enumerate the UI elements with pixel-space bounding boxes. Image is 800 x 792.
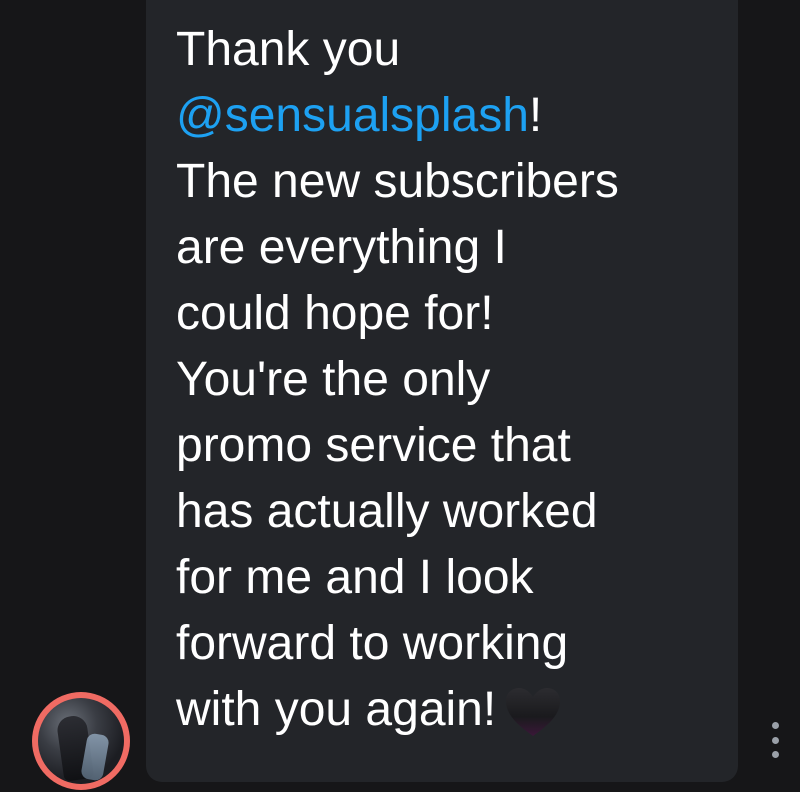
more-options-icon[interactable] <box>766 722 784 758</box>
message-line-mention: @sensualsplash! <box>176 83 710 149</box>
message-line: for me and I look <box>176 551 534 604</box>
black-heart-icon <box>506 688 561 737</box>
mention-suffix: ! <box>528 89 543 142</box>
message-line: The new subscribers <box>176 155 619 208</box>
message-line: promo service that <box>176 419 571 472</box>
more-dot <box>771 736 779 744</box>
message-text: Thank you @sensualsplash! The new subscr… <box>176 17 710 743</box>
message-line: has actually worked <box>176 485 598 538</box>
message-last-text: with you again! <box>176 683 497 736</box>
avatar[interactable] <box>32 692 130 790</box>
more-dot <box>771 751 779 758</box>
message-bubble[interactable]: Thank you @sensualsplash! The new subscr… <box>146 0 738 782</box>
message-line-last: with you again! <box>176 677 710 743</box>
chat-screen: Thank you @sensualsplash! The new subscr… <box>0 0 800 792</box>
message-line: You're the only <box>176 353 491 406</box>
message-line: are everything I <box>176 221 507 274</box>
more-dot <box>771 722 779 729</box>
user-mention-link[interactable]: @sensualsplash <box>176 89 529 142</box>
message-line: could hope for! <box>176 287 494 340</box>
message-line: Thank you <box>176 23 401 76</box>
message-line: forward to working <box>176 617 569 670</box>
avatar-photo <box>38 698 124 784</box>
